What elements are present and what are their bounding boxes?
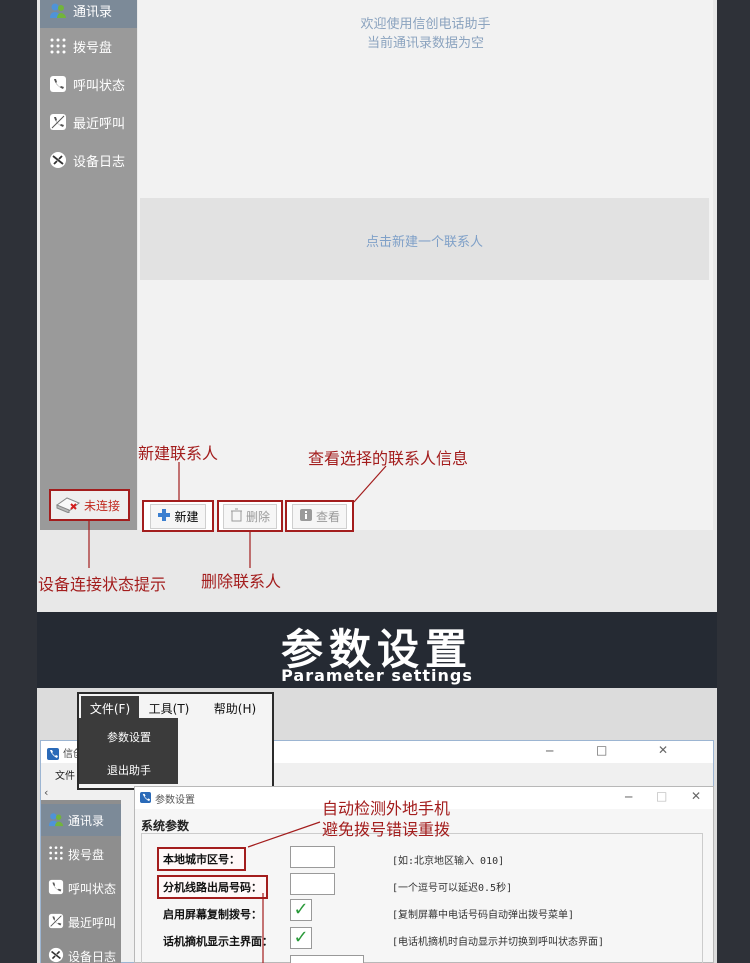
annotation-view-contact: 查看选择的联系人信息: [308, 449, 469, 468]
annotation-lines: [88, 462, 387, 568]
annotation-delete-contact: 删除联系人: [201, 572, 282, 591]
annotation-new-contact: 新建联系人: [138, 444, 219, 463]
section-banner: 参数设置 Parameter settings: [37, 612, 717, 688]
annotation-avoid-redial: 避免拨号错误重拨: [322, 820, 451, 839]
banner-subtitle: Parameter settings: [281, 666, 473, 685]
annotation-device-status: 设备连接状态提示: [38, 575, 167, 594]
